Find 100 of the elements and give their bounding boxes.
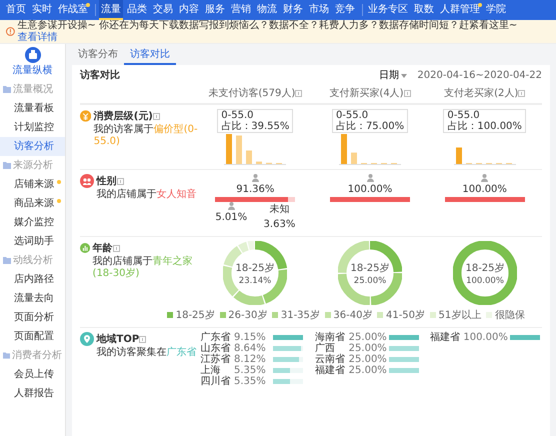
- percent-label: 25.00%: [348, 332, 387, 342]
- nav-tab[interactable]: 人群管理: [438, 0, 482, 20]
- share-bar: [272, 346, 302, 350]
- legend-label: 36-40岁: [333, 308, 372, 322]
- help-icon: [116, 178, 124, 185]
- percent-label: 100.00%: [462, 183, 507, 197]
- row-title: 年龄: [92, 242, 113, 256]
- help-icon: [112, 245, 120, 252]
- people-icon: [80, 174, 94, 188]
- nav-tab[interactable]: 竞争: [333, 0, 357, 20]
- nav-tab[interactable]: 学院: [484, 0, 508, 20]
- percent-label: 9.15%: [234, 332, 267, 342]
- sidebar-group-label: 消费者分析: [12, 348, 62, 363]
- panel-title: 访客对比: [80, 68, 120, 83]
- sidebar-item[interactable]: 页面配置: [0, 327, 65, 346]
- sidebar-item[interactable]: 访客分析: [0, 137, 65, 156]
- logo-icon: [24, 46, 40, 62]
- share-bar: [389, 334, 420, 340]
- sidebar-item[interactable]: 流量看板: [0, 99, 65, 118]
- row-title: 性别: [96, 174, 116, 188]
- donut-chart: [338, 241, 402, 305]
- sidebar-item[interactable]: 流量去向: [0, 289, 65, 308]
- sidebar-item[interactable]: 会员上传: [0, 365, 65, 384]
- bar-chart-drawing: [454, 146, 516, 165]
- sidebar-item[interactable]: 商品来源: [0, 194, 65, 213]
- person-icon: [252, 174, 259, 182]
- nav-tab[interactable]: 营销: [229, 0, 253, 20]
- percent-label: 25.00%: [348, 354, 387, 364]
- percent-label: 5.35%: [234, 376, 267, 386]
- legend-label: 18-25岁: [176, 308, 215, 322]
- bar-chart-drawing: [339, 133, 401, 165]
- sidebar-group-label: 来源分析: [13, 158, 53, 173]
- sidebar-item[interactable]: 选词助手: [0, 232, 65, 251]
- percent-label: 100.00%: [463, 332, 508, 342]
- folder-icon: [3, 86, 11, 93]
- legend-label: 很隐保: [494, 308, 525, 322]
- share-bar: [510, 334, 540, 340]
- help-icon: [152, 113, 160, 120]
- sidebar-item[interactable]: 页面分析: [0, 308, 65, 327]
- nav-tab[interactable]: 流量: [99, 0, 123, 20]
- nav-tab[interactable]: 业务专区: [366, 0, 410, 20]
- person-icon: [481, 174, 488, 182]
- nav-tab[interactable]: 实时: [30, 0, 54, 20]
- share-bar: [272, 334, 302, 340]
- person-icon: [366, 174, 374, 182]
- percent-label: 3.63%: [264, 218, 296, 232]
- caret-icon: [401, 74, 408, 78]
- folder-icon: [3, 162, 11, 169]
- nav-tab[interactable]: 品类: [125, 0, 149, 20]
- donut-chart: [223, 241, 288, 305]
- nav-tab[interactable]: 交易: [151, 0, 175, 20]
- donut-chart: [452, 241, 517, 305]
- percent-label: 91.36%: [236, 183, 274, 197]
- nav-tab[interactable]: 服务: [203, 0, 227, 20]
- tooltip: 0-55.0 占比：100.00%: [443, 109, 526, 133]
- legend-label: 51岁以上: [438, 308, 482, 322]
- segment-label: 18-25岁: [465, 263, 504, 274]
- nav-tab[interactable]: 市场: [307, 0, 331, 20]
- help-icon: [295, 90, 302, 96]
- column-header: 支付新买家(4人): [329, 86, 404, 100]
- percent-label: 100.00%: [466, 276, 504, 286]
- notice-text: 生意参谋开设操~ 你还在为每天下载数据写报到烦恼么？数据不全？耗费人力多？数据存储时间短？赶紧看这里~ 查看详情: [17, 20, 518, 44]
- sidebar-item[interactable]: 人群报告: [0, 384, 65, 403]
- segment-label: 18-25岁: [350, 263, 390, 274]
- sidebar-title: 流量纵横: [12, 64, 52, 78]
- share-bar: [272, 378, 302, 384]
- folder-icon: [3, 257, 11, 264]
- row-title: 地域TOP: [96, 332, 140, 346]
- sidebar-item[interactable]: 店内路径: [0, 270, 65, 289]
- sidebar-item[interactable]: 计划监控: [0, 118, 65, 137]
- pin-icon: [80, 332, 94, 346]
- folder-icon: [3, 352, 10, 359]
- nav-tab[interactable]: 取数: [412, 0, 436, 20]
- tab[interactable]: 访客分布: [72, 44, 124, 65]
- help-icon: [139, 336, 146, 342]
- nav-tab[interactable]: 财务: [281, 0, 305, 20]
- details-link[interactable]: 查看详情: [17, 32, 58, 42]
- category-label: 未知: [269, 202, 290, 217]
- sidebar-item[interactable]: 媒介监控: [0, 213, 65, 232]
- percent-label: 23.14%: [239, 276, 272, 286]
- percent-label: 5.01%: [215, 211, 248, 225]
- percent-label: 25.00%: [348, 364, 387, 376]
- row-summary: 我的店铺属于青年之家(18-30岁): [92, 256, 194, 280]
- tab[interactable]: 访客对比: [124, 44, 176, 65]
- nav-tab[interactable]: 内容: [177, 0, 201, 20]
- percent-label: 8.64%: [234, 342, 267, 354]
- region-name: 山东省: [200, 342, 232, 354]
- share-bar: [272, 368, 302, 372]
- region-name: 四川省: [200, 376, 232, 386]
- sidebar-item[interactable]: 店铺来源: [0, 175, 65, 194]
- date-range: 2020-04-16~2020-04-22: [417, 69, 542, 83]
- column-header: 未支付访客(579人): [208, 86, 296, 100]
- percent-label: 5.35%: [234, 364, 267, 376]
- nav-tab[interactable]: 首页: [4, 0, 28, 20]
- region-name: 福建省: [430, 332, 461, 342]
- share-bar: [272, 356, 302, 362]
- chart-icon: [80, 241, 90, 255]
- row-summary: 我的访客聚集在广东省: [96, 346, 196, 358]
- nav-tab[interactable]: 物流: [255, 0, 279, 20]
- date-dropdown[interactable]: 日期: [378, 68, 408, 83]
